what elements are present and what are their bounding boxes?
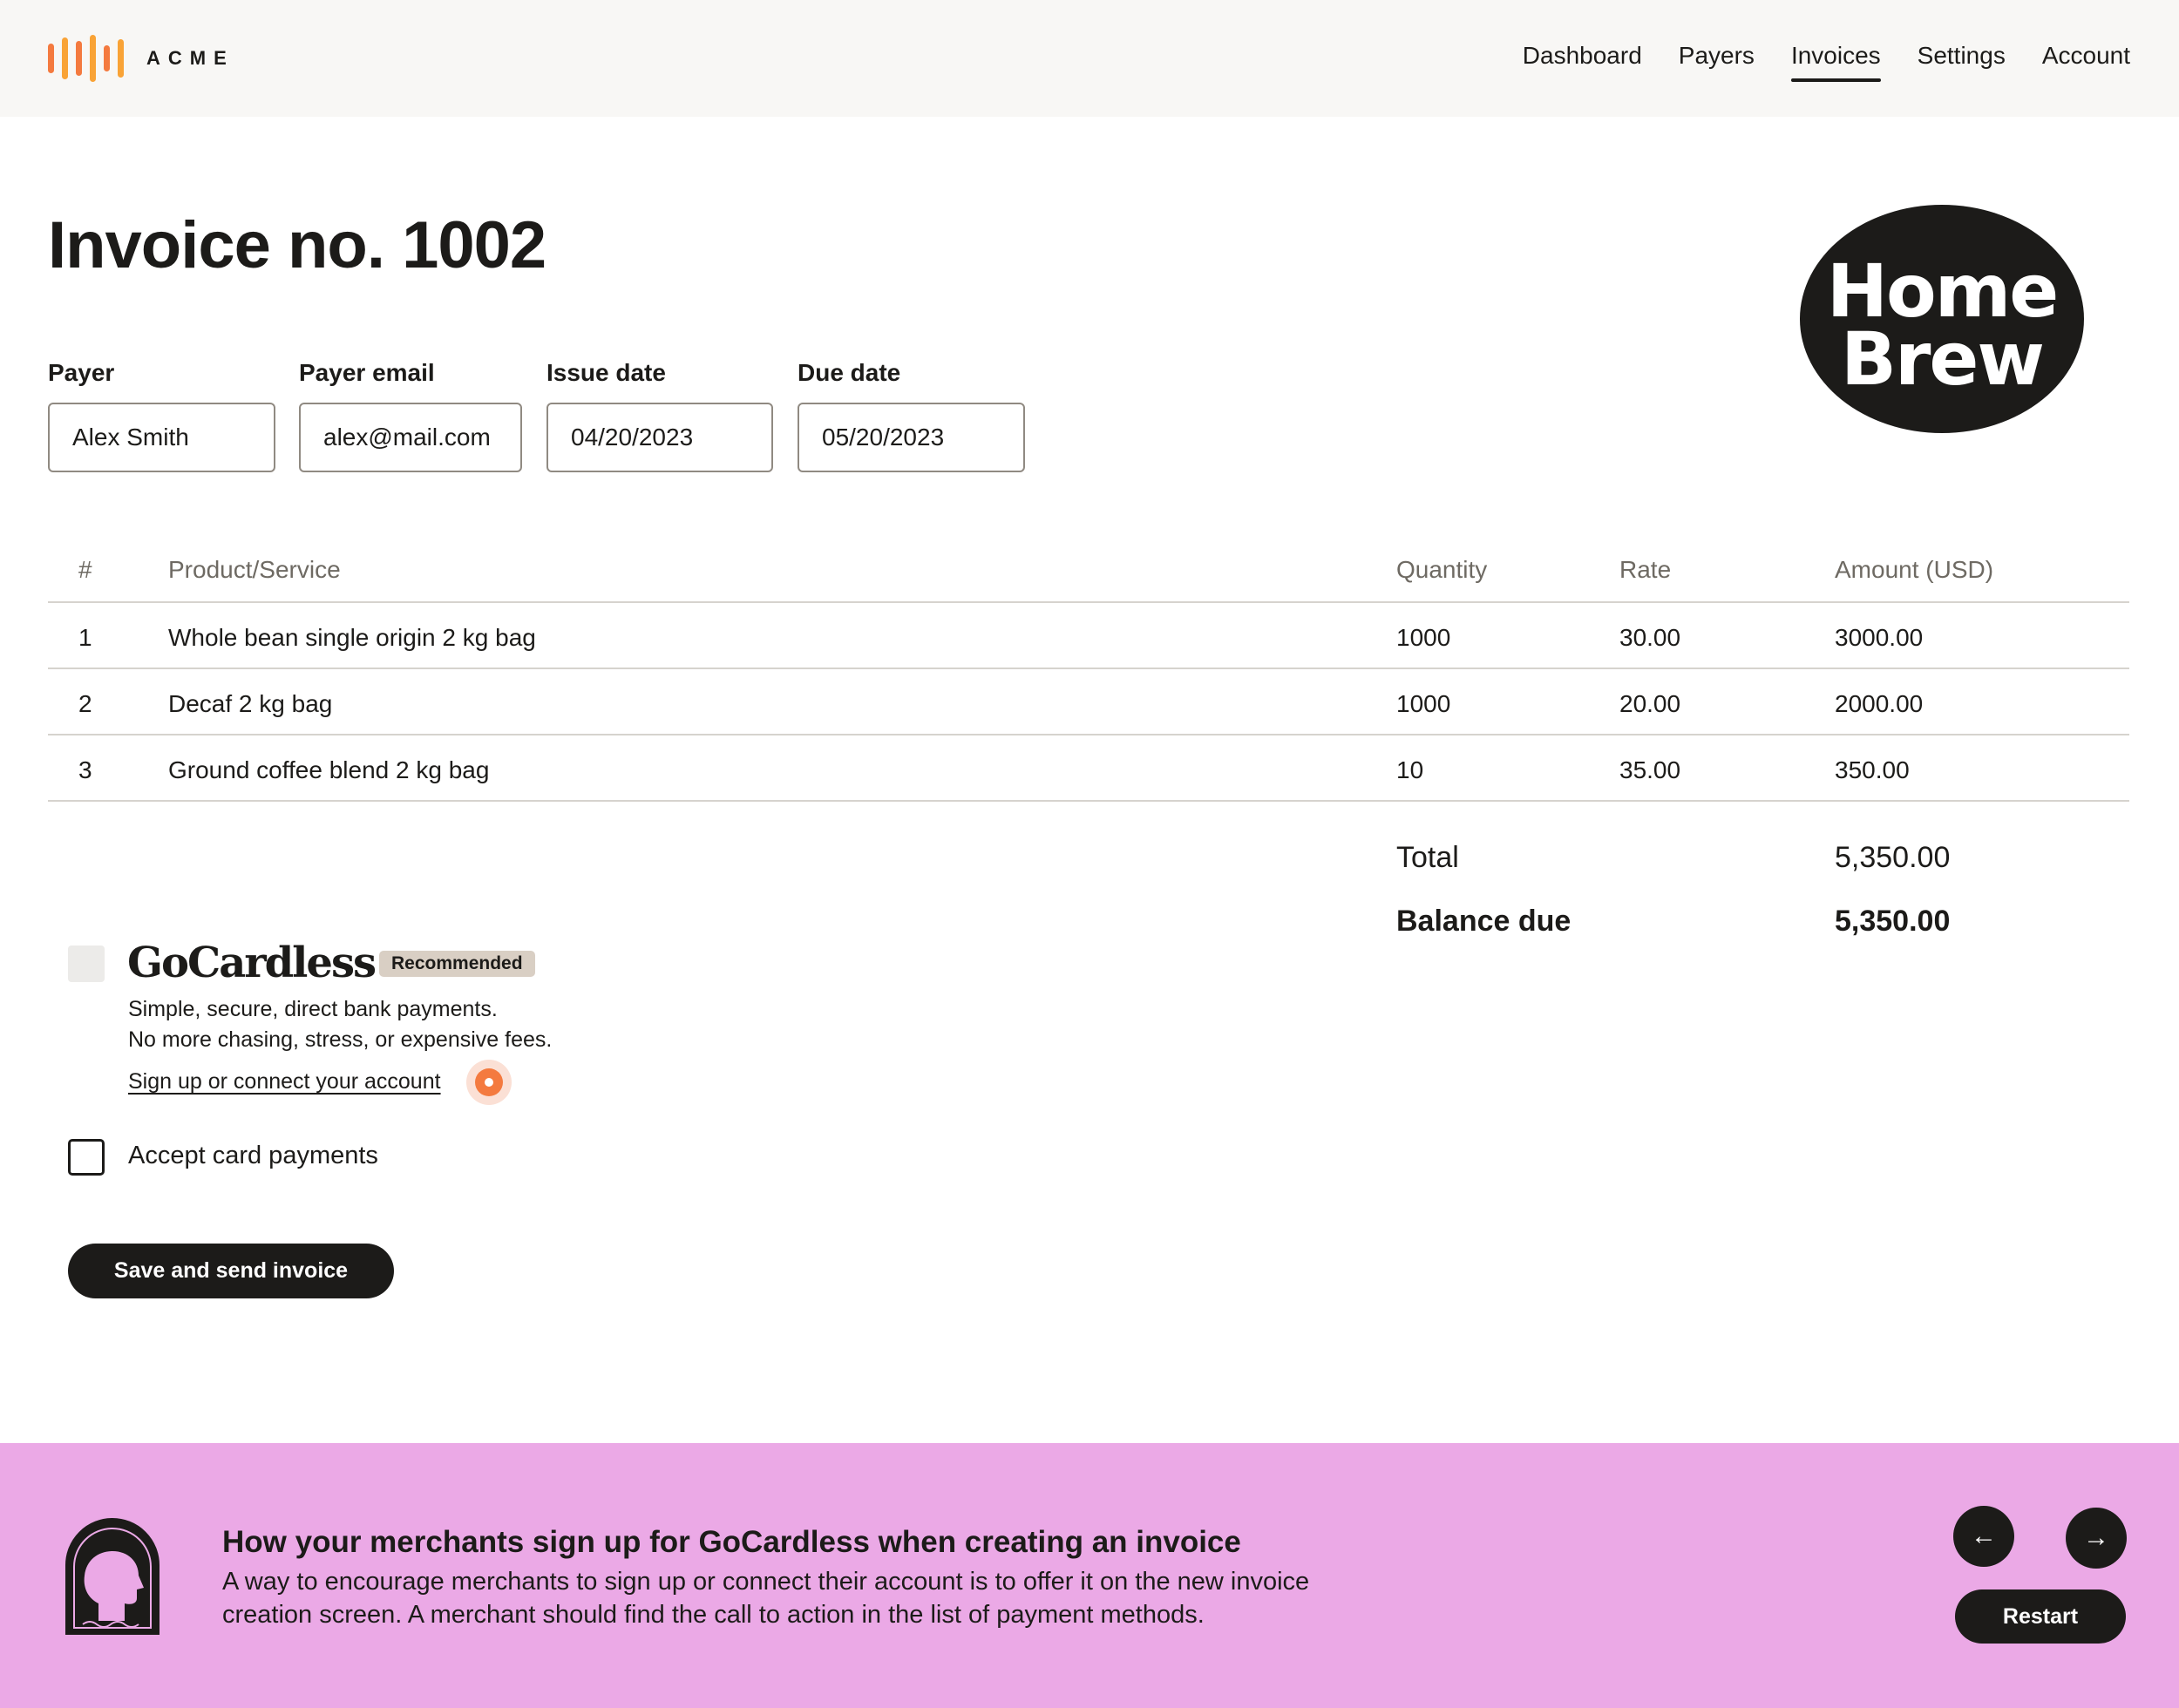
row-amount: 2000.00 (1835, 690, 1924, 717)
header-product: Product/Service (168, 556, 341, 583)
accept-card-payments-label[interactable]: Accept card payments (128, 1142, 378, 1170)
row-rate: 30.00 (1619, 624, 1681, 651)
brand-text: Home Brew (1826, 248, 2060, 402)
nav-account[interactable]: Account (2042, 42, 2130, 82)
invoice-line-items-table: # Product/Service Quantity Rate Amount (… (48, 540, 2129, 802)
row-product: Whole bean single origin 2 kg bag (168, 624, 536, 651)
nav-invoices[interactable]: Invoices (1790, 42, 1881, 82)
save-and-send-button[interactable]: Save and send invoice (68, 1244, 394, 1298)
header-num: # (78, 556, 92, 583)
accept-card-payments-checkbox[interactable] (68, 1139, 105, 1176)
due-date-label: Due date (798, 359, 901, 386)
row-quantity: 1000 (1396, 690, 1451, 717)
issue-date-input[interactable] (546, 403, 773, 472)
payer-field-group: Payer (48, 359, 275, 472)
table-row[interactable]: 3 Ground coffee blend 2 kg bag 10 35.00 … (48, 735, 2129, 802)
row-product: Decaf 2 kg bag (168, 690, 333, 717)
nav-settings[interactable]: Settings (1918, 42, 2006, 82)
row-num: 3 (78, 756, 92, 783)
row-quantity: 10 (1396, 756, 1424, 783)
row-amount: 350.00 (1835, 756, 1910, 783)
row-rate: 35.00 (1619, 756, 1681, 783)
header-amount: Amount (USD) (1835, 556, 1994, 583)
gocardless-checkbox[interactable] (68, 946, 105, 982)
homebrew-brand-logo: Home Brew (1800, 205, 2084, 433)
restart-button[interactable]: Restart (1955, 1589, 2126, 1644)
issue-date-field-group: Issue date (546, 359, 773, 472)
table-header: # Product/Service Quantity Rate Amount (… (48, 540, 2129, 603)
main-nav: Dashboard Payers Invoices Settings Accou… (1523, 42, 2130, 82)
row-num: 2 (78, 690, 92, 717)
walkthrough-banner: How your merchants sign up for GoCardles… (0, 1443, 2179, 1708)
recommended-badge: Recommended (379, 951, 535, 977)
banner-description: A way to encourage merchants to sign up … (222, 1568, 1310, 1629)
gocardless-signup-link[interactable]: Sign up or connect your account (128, 1069, 441, 1095)
row-rate: 20.00 (1619, 690, 1681, 717)
nav-dashboard[interactable]: Dashboard (1523, 42, 1642, 82)
payer-input[interactable] (48, 403, 275, 472)
total-label: Total (1396, 841, 1459, 874)
row-amount: 3000.00 (1835, 624, 1924, 651)
arrow-right-icon: → (2083, 1523, 2109, 1552)
logo-bars-icon (48, 35, 124, 82)
total-value: 5,350.00 (1835, 841, 1951, 874)
row-product: Ground coffee blend 2 kg bag (168, 756, 490, 783)
nav-payers[interactable]: Payers (1679, 42, 1755, 82)
payer-email-label: Payer email (299, 359, 435, 386)
balance-due-label: Balance due (1396, 905, 1571, 938)
payer-email-field-group: Payer email (299, 359, 522, 472)
table-row[interactable]: 1 Whole bean single origin 2 kg bag 1000… (48, 603, 2129, 669)
head-profile-icon (65, 1518, 160, 1635)
page-title: Invoice no. 1002 (48, 208, 546, 282)
issue-date-label: Issue date (546, 359, 666, 386)
header-rate: Rate (1619, 556, 1672, 583)
top-navigation-bar: ACME Dashboard Payers Invoices Settings … (0, 0, 2179, 117)
arrow-left-icon: ← (1971, 1522, 1997, 1550)
gocardless-logo: GoCardless (127, 939, 377, 987)
next-step-button[interactable]: → (2066, 1508, 2127, 1569)
row-num: 1 (78, 624, 92, 651)
balance-due-value: 5,350.00 (1835, 905, 1951, 938)
gocardless-description-line1: Simple, secure, direct bank payments. (128, 997, 498, 1021)
payer-email-input[interactable] (299, 403, 522, 472)
hotspot-indicator-icon[interactable] (466, 1060, 512, 1105)
logo-text: ACME (146, 47, 234, 69)
due-date-input[interactable] (798, 403, 1025, 472)
row-quantity: 1000 (1396, 624, 1451, 651)
previous-step-button[interactable]: ← (1953, 1506, 2014, 1567)
payer-label: Payer (48, 359, 115, 386)
banner-title: How your merchants sign up for GoCardles… (222, 1525, 1241, 1559)
gocardless-description-line2: No more chasing, stress, or expensive fe… (128, 1027, 553, 1052)
table-row[interactable]: 2 Decaf 2 kg bag 1000 20.00 2000.00 (48, 669, 2129, 735)
acme-logo[interactable]: ACME (48, 35, 234, 82)
due-date-field-group: Due date (798, 359, 1025, 472)
header-quantity: Quantity (1396, 556, 1488, 583)
